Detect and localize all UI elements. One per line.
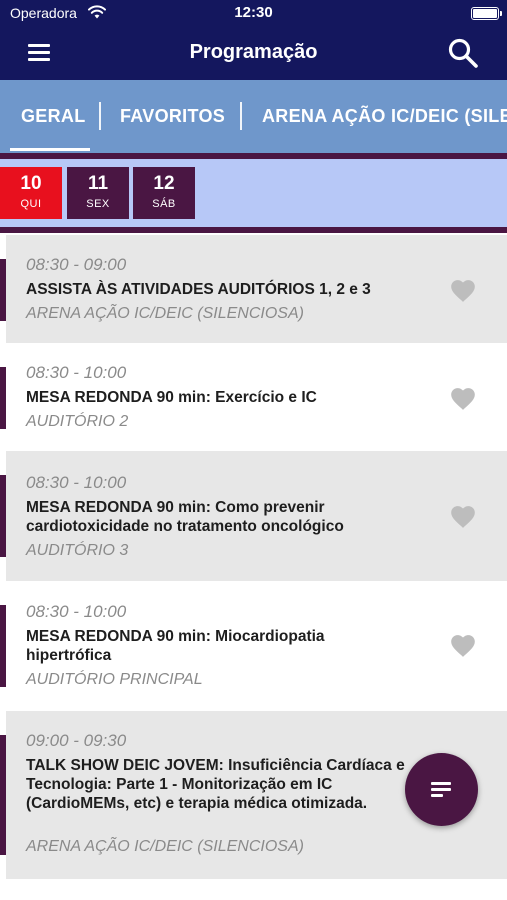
date-selector: 10 QUI 11 SEX 12 SÁB (0, 153, 507, 233)
filter-fab-button[interactable] (405, 753, 478, 826)
item-accent-bar (0, 735, 6, 855)
tab-divider (240, 102, 242, 130)
item-accent-bar (0, 475, 6, 557)
app-bar: Programação (0, 28, 507, 80)
session-time: 09:00 - 09:30 (26, 731, 127, 750)
item-accent-bar (0, 259, 6, 321)
date-chip-10[interactable]: 10 QUI (0, 167, 62, 219)
session-item[interactable]: 08:30 - 10:00 MESA REDONDA 90 min: Exerc… (0, 343, 507, 451)
search-icon[interactable] (447, 37, 479, 69)
session-item[interactable]: 08:30 - 10:00 MESA REDONDA 90 min: Como … (0, 451, 507, 581)
session-title: MESA REDONDA 90 min: Miocardiopatia hipe… (26, 628, 325, 664)
heart-icon[interactable] (448, 385, 478, 411)
date-chip-12[interactable]: 12 SÁB (133, 167, 195, 219)
heart-icon[interactable] (448, 277, 478, 303)
tab-bar: GERAL FAVORITOS ARENA AÇÃO IC/DEIC (SILE… (0, 80, 507, 153)
tab-arena[interactable]: ARENA AÇÃO IC/DEIC (SILENCIOSA) (262, 106, 507, 127)
session-location: ARENA AÇÃO IC/DEIC (SILENCIOSA) (26, 305, 304, 322)
session-title: ASSISTA ÀS ATIVIDADES AUDITÓRIOS 1, 2 e … (26, 281, 371, 298)
session-title: TALK SHOW DEIC JOVEM: Insuficiência Card… (26, 757, 405, 812)
heart-icon[interactable] (448, 503, 478, 529)
status-bar: Operadora 12:30 (0, 0, 507, 28)
session-time: 08:30 - 10:00 (26, 602, 127, 621)
date-day: 10 (20, 173, 42, 194)
session-location: AUDITÓRIO 2 (26, 413, 129, 430)
date-weekday: SÁB (152, 198, 176, 210)
tab-divider (99, 102, 101, 130)
session-location: AUDITÓRIO PRINCIPAL (26, 671, 203, 688)
status-time: 12:30 (234, 4, 273, 21)
item-accent-bar (0, 605, 6, 687)
page-title: Programação (189, 41, 318, 63)
session-time: 08:30 - 10:00 (26, 363, 127, 382)
session-location: ARENA AÇÃO IC/DEIC (SILENCIOSA) (26, 838, 304, 855)
session-time: 08:30 - 09:00 (26, 255, 127, 274)
date-weekday: QUI (20, 198, 42, 210)
session-location: AUDITÓRIO 3 (26, 542, 129, 559)
date-day: 12 (153, 173, 175, 194)
session-time: 08:30 - 10:00 (26, 473, 127, 492)
session-item[interactable]: 08:30 - 10:00 MESA REDONDA 90 min: Mioca… (0, 581, 507, 711)
session-title: MESA REDONDA 90 min: Como prevenir cardi… (26, 499, 344, 535)
date-chip-11[interactable]: 11 SEX (67, 167, 129, 219)
tab-geral[interactable]: GERAL (21, 106, 86, 127)
session-item[interactable]: 08:30 - 09:00 ASSISTA ÀS ATIVIDADES AUDI… (0, 235, 507, 343)
item-accent-bar (0, 367, 6, 429)
date-day: 11 (87, 173, 109, 194)
filter-list-icon (431, 780, 453, 800)
session-title: MESA REDONDA 90 min: Exercício e IC (26, 389, 317, 406)
date-weekday: SEX (86, 198, 110, 210)
heart-icon[interactable] (448, 632, 478, 658)
tab-favoritos[interactable]: FAVORITOS (120, 106, 225, 127)
tab-selected-indicator (10, 148, 90, 151)
battery-icon (471, 7, 502, 20)
